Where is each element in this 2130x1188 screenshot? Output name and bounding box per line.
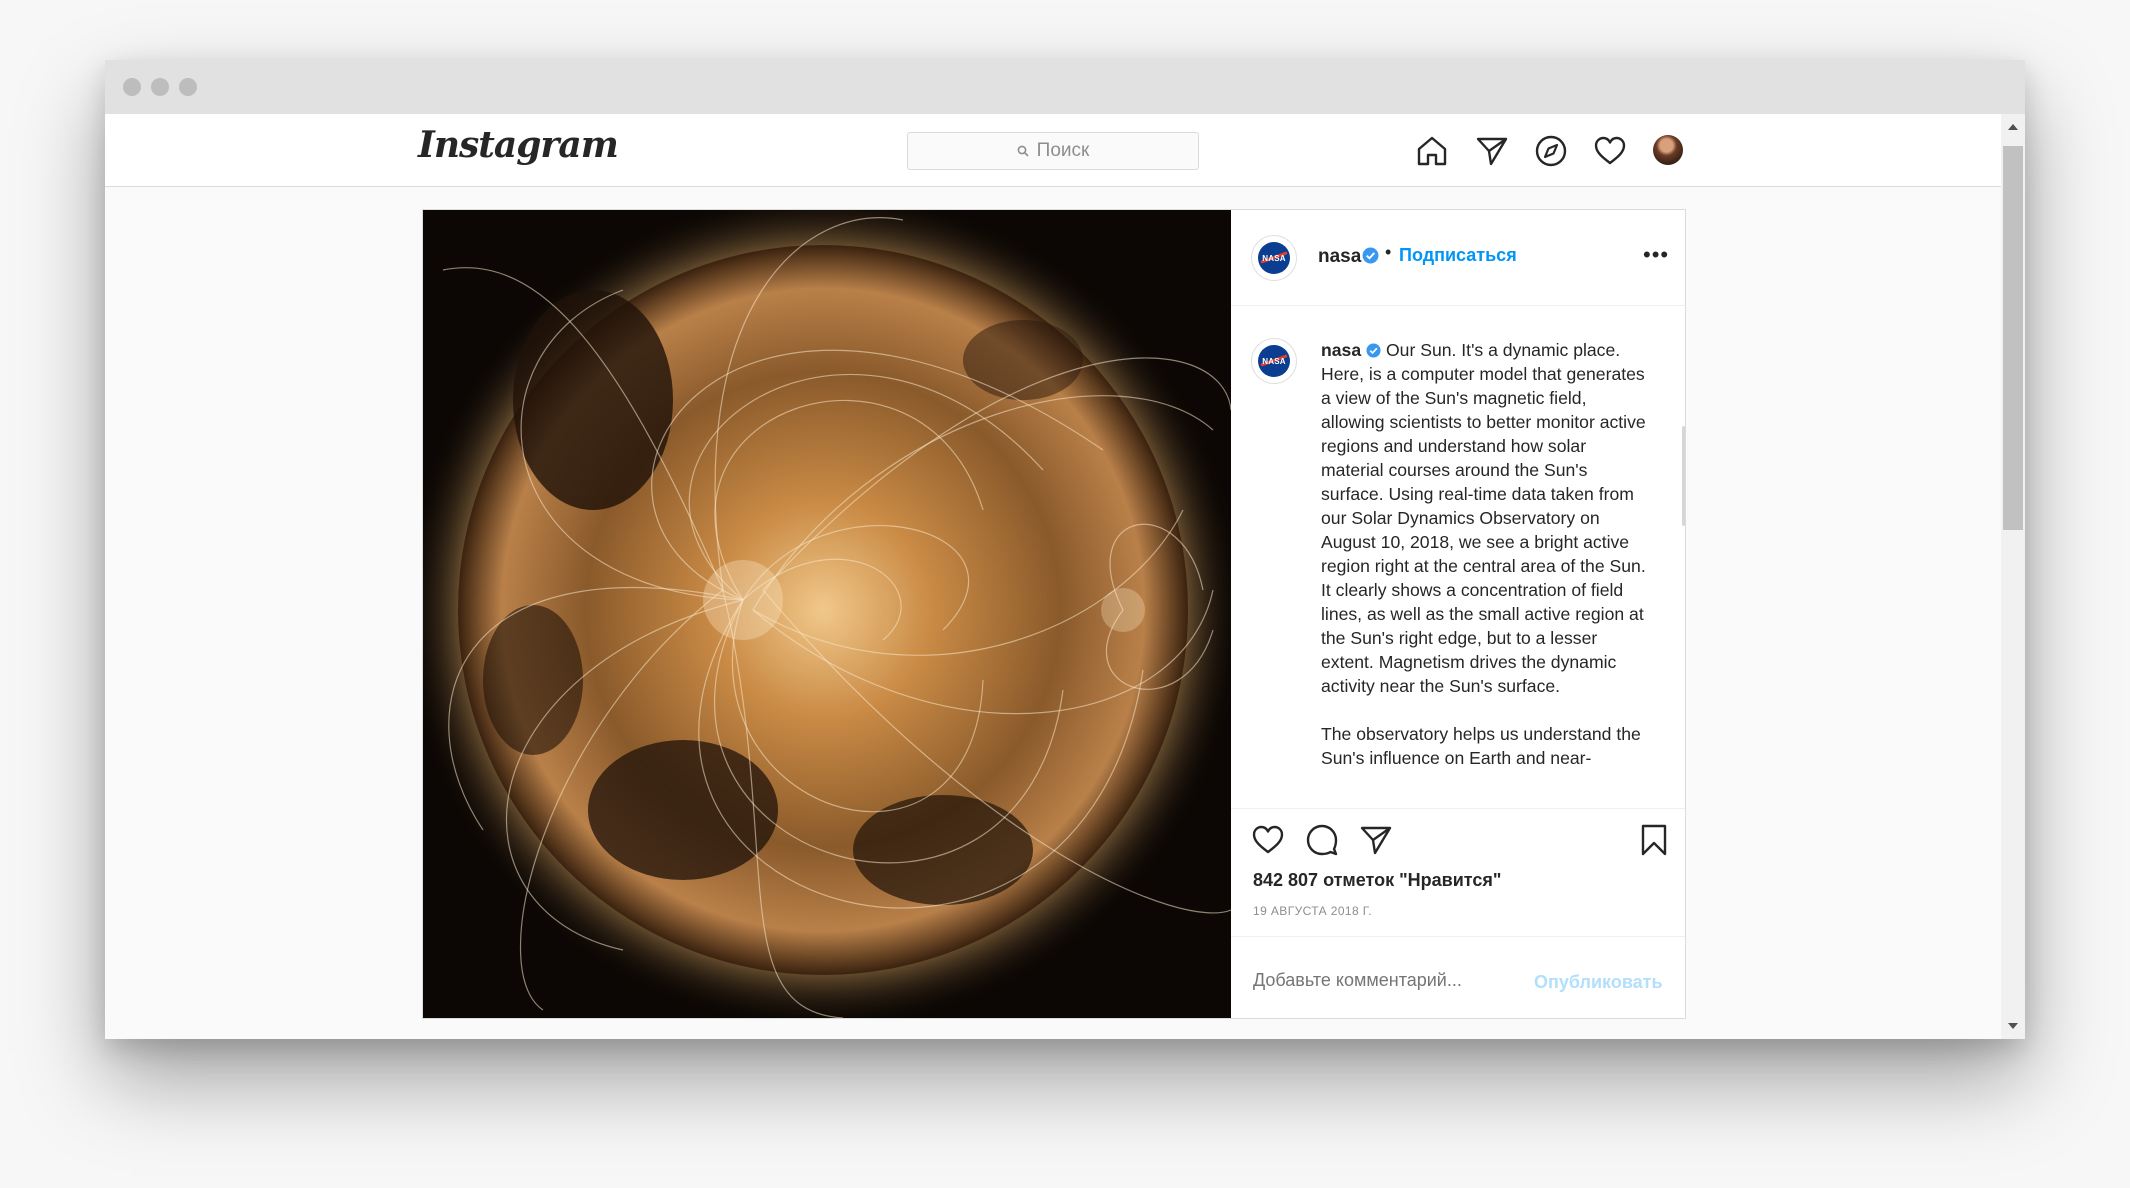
comment-icon[interactable]	[1305, 823, 1339, 857]
sun-magnetic-field-image	[423, 210, 1231, 1018]
activity-heart-icon[interactable]	[1593, 134, 1627, 168]
search-placeholder: Поиск	[1036, 140, 1090, 161]
post-header: NASA nasa • Подписаться •••	[1231, 210, 1685, 306]
post-image[interactable]	[423, 210, 1231, 1018]
more-options-icon[interactable]: •••	[1643, 242, 1669, 268]
follow-separator: •	[1385, 242, 1392, 262]
post-card: NASA nasa • Подписаться ••• NASA nasa Ou…	[422, 209, 1686, 1019]
window-maximize-dot[interactable]	[179, 78, 197, 96]
likes-count[interactable]: 842 807 отметок "Нравится"	[1253, 870, 1501, 891]
post-sidebar: NASA nasa • Подписаться ••• NASA nasa Ou…	[1231, 210, 1685, 1018]
scrollbar-thumb[interactable]	[2003, 146, 2023, 530]
save-bookmark-icon[interactable]	[1637, 823, 1671, 857]
follow-button[interactable]: Подписаться	[1399, 245, 1517, 266]
caption-scrollbar[interactable]	[1682, 426, 1685, 526]
explore-icon[interactable]	[1534, 134, 1568, 168]
search-icon	[1017, 145, 1029, 157]
scroll-down-arrow-icon[interactable]	[2008, 1023, 2018, 1029]
page-scrollbar[interactable]	[2001, 114, 2025, 1039]
caption-verified-badge-icon	[1366, 343, 1381, 358]
browser-window: Instagram Поиск NASA nasa • Подписаться …	[105, 60, 2025, 1039]
post-actions: 842 807 отметок "Нравится" 19 АВГУСТА 20…	[1231, 808, 1685, 937]
page-content: Instagram Поиск NASA nasa • Подписаться …	[105, 114, 2001, 1039]
author-avatar[interactable]: NASA	[1251, 235, 1297, 281]
scroll-up-arrow-icon[interactable]	[2008, 124, 2018, 130]
post-date[interactable]: 19 АВГУСТА 2018 Г.	[1253, 904, 1372, 918]
window-minimize-dot[interactable]	[151, 78, 169, 96]
caption-section: NASA nasa Our Sun. It's a dynamic place.…	[1231, 306, 1685, 808]
publish-button[interactable]: Опубликовать	[1534, 972, 1663, 993]
caption-body: Our Sun. It's a dynamic place. Here, is …	[1321, 340, 1646, 768]
caption-text: nasa Our Sun. It's a dynamic place. Here…	[1321, 338, 1651, 770]
verified-badge-icon	[1362, 247, 1379, 264]
home-icon[interactable]	[1415, 134, 1449, 168]
profile-avatar[interactable]	[1653, 135, 1683, 165]
caption-author-avatar[interactable]: NASA	[1251, 338, 1297, 384]
search-box[interactable]: Поиск	[907, 132, 1199, 170]
instagram-logo[interactable]: Instagram	[418, 124, 619, 166]
like-heart-icon[interactable]	[1251, 823, 1285, 857]
caption-username[interactable]: nasa	[1321, 340, 1361, 360]
direct-icon[interactable]	[1475, 134, 1509, 168]
comment-input[interactable]	[1253, 970, 1523, 991]
window-titlebar	[105, 60, 2025, 114]
author-username[interactable]: nasa	[1318, 246, 1361, 268]
top-navigation: Instagram Поиск	[105, 114, 2001, 187]
share-icon[interactable]	[1359, 823, 1393, 857]
window-close-dot[interactable]	[123, 78, 141, 96]
